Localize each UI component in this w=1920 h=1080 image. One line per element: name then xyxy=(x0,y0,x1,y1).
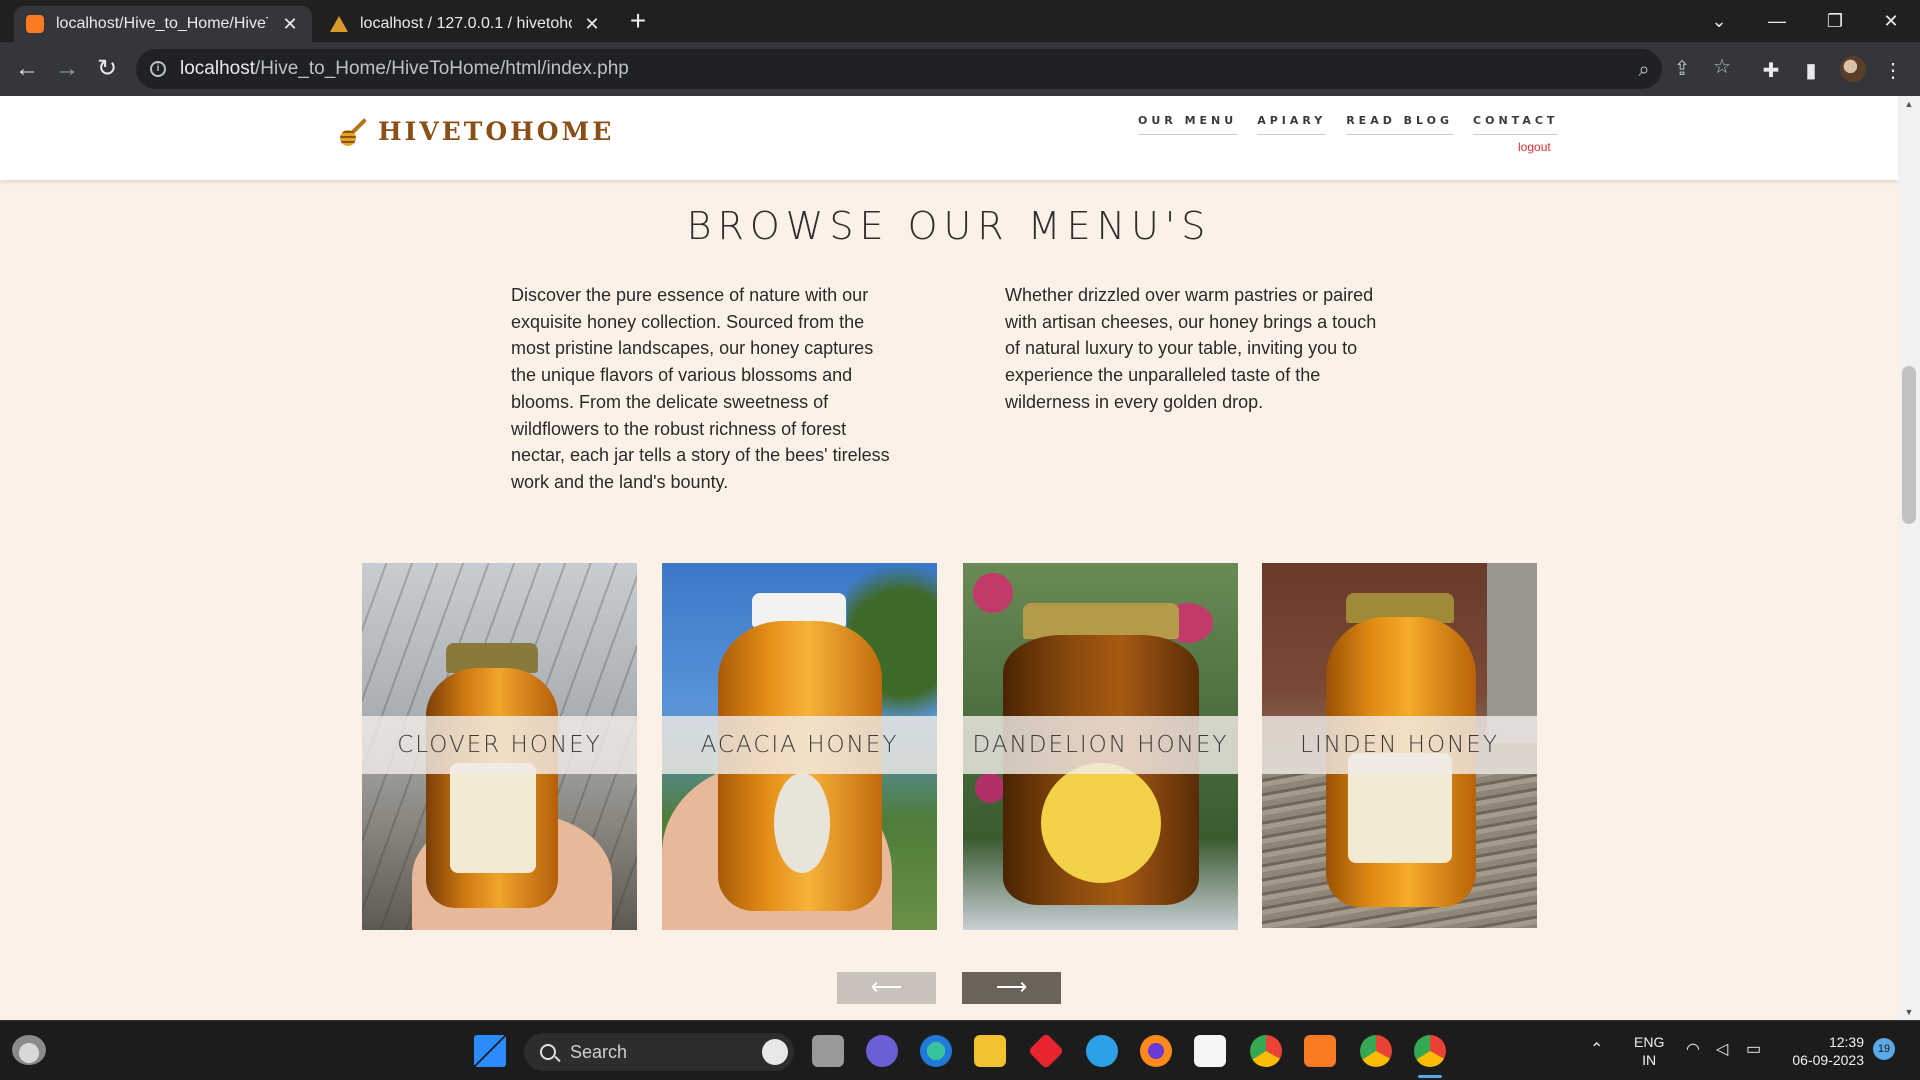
active-app-indicator xyxy=(1418,1075,1442,1078)
search-label: Search xyxy=(570,1041,628,1062)
nav-our-menu[interactable]: OUR MENU xyxy=(1138,114,1238,135)
nav-read-blog[interactable]: READ BLOG xyxy=(1346,114,1454,135)
product-name: CLOVER HONEY xyxy=(397,732,602,758)
phpmyadmin-favicon-icon xyxy=(330,16,348,32)
browser-tab-inactive[interactable]: localhost / 127.0.0.1 / hivetohome ✕ xyxy=(318,6,614,42)
site-header: HIVETOHOME OUR MENU APIARY READ BLOG CON… xyxy=(0,96,1898,180)
file-explorer-icon[interactable] xyxy=(974,1035,1006,1067)
product-card-acacia[interactable]: ACACIA HONEY xyxy=(662,563,937,930)
zoom-icon[interactable]: ⌕ xyxy=(1632,59,1656,82)
new-tab-button[interactable]: + xyxy=(622,6,654,38)
tab-title: localhost / 127.0.0.1 / hivetohome xyxy=(360,15,572,32)
bing-icon xyxy=(762,1039,788,1065)
reload-icon[interactable]: ↻ xyxy=(90,52,124,86)
xampp-icon[interactable] xyxy=(1304,1035,1336,1067)
logo-text: HIVETOHOME xyxy=(378,116,615,146)
firefox-icon[interactable] xyxy=(1140,1035,1172,1067)
tab-title: localhost/Hive_to_Home/HiveToHome/html/i… xyxy=(56,15,268,32)
intro-paragraph-right: Whether drizzled over warm pastries or p… xyxy=(1005,285,1377,412)
browser-tab-active[interactable]: localhost/Hive_to_Home/HiveToHome/html/i… xyxy=(14,6,312,42)
chrome-icon[interactable] xyxy=(1250,1035,1282,1067)
chrome-active-icon[interactable] xyxy=(1414,1035,1446,1067)
site-info-icon[interactable]: i xyxy=(150,61,166,77)
close-window-button[interactable]: ✕ xyxy=(1862,0,1920,42)
clock-date: 06-09-2023 xyxy=(1792,1052,1864,1068)
close-tab-icon[interactable]: ✕ xyxy=(582,14,602,35)
restore-button[interactable]: ❐ xyxy=(1806,0,1864,42)
anydesk-icon[interactable] xyxy=(1027,1032,1065,1070)
url-path: /Hive_to_Home/HiveToHome/html/index.php xyxy=(255,58,629,79)
main-navigation: OUR MENU APIARY READ BLOG CONTACT xyxy=(1138,114,1559,135)
product-name-band: CLOVER HONEY xyxy=(362,716,637,774)
product-name: DANDELION HONEY xyxy=(972,732,1229,758)
clock[interactable]: 12:39 06-09-2023 xyxy=(1784,1033,1864,1069)
menu-kebab-icon[interactable]: ⋮ xyxy=(1880,58,1906,83)
page-title: BROWSE OUR MENU'S xyxy=(686,204,1212,248)
taskbar-search-box[interactable]: Search xyxy=(524,1033,794,1071)
page-viewport: HIVETOHOME OUR MENU APIARY READ BLOG CON… xyxy=(0,96,1920,1020)
logout-link[interactable]: logout xyxy=(1518,140,1551,154)
tray-overflow-icon[interactable]: ⌃ xyxy=(1590,1041,1603,1059)
app-icon[interactable] xyxy=(1086,1035,1118,1067)
bookmark-star-icon[interactable]: ☆ xyxy=(1710,54,1734,79)
close-tab-icon[interactable]: ✕ xyxy=(280,14,300,35)
chrome-profile-icon[interactable] xyxy=(1360,1035,1392,1067)
language-indicator[interactable]: ENG IN xyxy=(1634,1033,1664,1069)
side-panel-icon[interactable]: ▮ xyxy=(1798,58,1824,83)
profile-avatar[interactable] xyxy=(1840,56,1866,82)
product-name: ACACIA HONEY xyxy=(700,732,899,758)
product-card-dandelion[interactable]: DANDELION HONEY xyxy=(963,563,1238,930)
share-icon[interactable]: ⇪ xyxy=(1670,56,1694,81)
nav-contact[interactable]: CONTACT xyxy=(1473,114,1559,135)
scroll-down-icon[interactable]: ▼ xyxy=(1898,1004,1920,1020)
weather-widget-icon[interactable] xyxy=(12,1035,46,1065)
task-view-icon[interactable] xyxy=(812,1035,844,1067)
region-code: IN xyxy=(1642,1052,1657,1068)
volume-icon[interactable]: ◁ xyxy=(1716,1041,1728,1059)
notification-badge[interactable]: 19 xyxy=(1873,1038,1895,1060)
url-text: localhost/Hive_to_Home/HiveToHome/html/i… xyxy=(180,58,629,80)
tab-search-icon[interactable]: ⌄ xyxy=(1690,0,1748,42)
intro-paragraph-left: Discover the pure essence of nature with… xyxy=(511,285,890,492)
minimize-button[interactable]: — xyxy=(1748,0,1806,42)
language-code: ENG xyxy=(1634,1034,1665,1050)
scroll-up-icon[interactable]: ▲ xyxy=(1898,96,1920,112)
back-arrow-icon[interactable]: ← xyxy=(10,52,44,86)
url-host: localhost xyxy=(180,58,255,79)
browser-toolbar: ← → ↻ i localhost/Hive_to_Home/HiveToHom… xyxy=(0,42,1920,96)
microsoft-store-icon[interactable] xyxy=(1194,1035,1226,1067)
search-icon xyxy=(540,1044,556,1060)
scrollbar-thumb[interactable] xyxy=(1902,366,1916,524)
honey-dipper-icon xyxy=(338,114,368,148)
product-name-band: ACACIA HONEY xyxy=(662,716,937,774)
extensions-icon[interactable]: ✚ xyxy=(1758,58,1784,83)
windows-start-icon[interactable] xyxy=(474,1035,506,1067)
nav-apiary[interactable]: APIARY xyxy=(1257,114,1327,135)
battery-icon[interactable]: ▭ xyxy=(1746,1041,1761,1059)
page-scrollbar[interactable]: ▲ ▼ xyxy=(1898,96,1920,1020)
clock-time: 12:39 xyxy=(1828,1034,1864,1050)
teams-chat-icon[interactable] xyxy=(866,1035,898,1067)
browser-tab-strip: localhost/Hive_to_Home/HiveToHome/html/i… xyxy=(0,0,1920,42)
product-card-clover[interactable]: CLOVER HONEY xyxy=(362,563,637,930)
xampp-favicon-icon xyxy=(26,15,44,33)
carousel-next-button[interactable]: ⟶ xyxy=(962,972,1061,1004)
forward-arrow-icon[interactable]: → xyxy=(50,52,84,86)
product-name-band: DANDELION HONEY xyxy=(963,716,1238,774)
edge-icon[interactable] xyxy=(920,1035,952,1067)
product-name: LINDEN HONEY xyxy=(1300,732,1499,758)
address-bar[interactable]: i localhost/Hive_to_Home/HiveToHome/html… xyxy=(136,49,1662,89)
carousel-prev-button[interactable]: ⟵ xyxy=(837,972,936,1004)
windows-taskbar: Search ⌃ ENG IN ◠ ◁ ▭ 12:39 06-09-2023 xyxy=(0,1020,1920,1080)
product-card-linden[interactable]: LINDEN HONEY xyxy=(1262,563,1537,928)
wifi-icon[interactable]: ◠ xyxy=(1686,1041,1700,1059)
site-logo[interactable]: HIVETOHOME xyxy=(338,114,614,148)
product-name-band: LINDEN HONEY xyxy=(1262,716,1537,774)
